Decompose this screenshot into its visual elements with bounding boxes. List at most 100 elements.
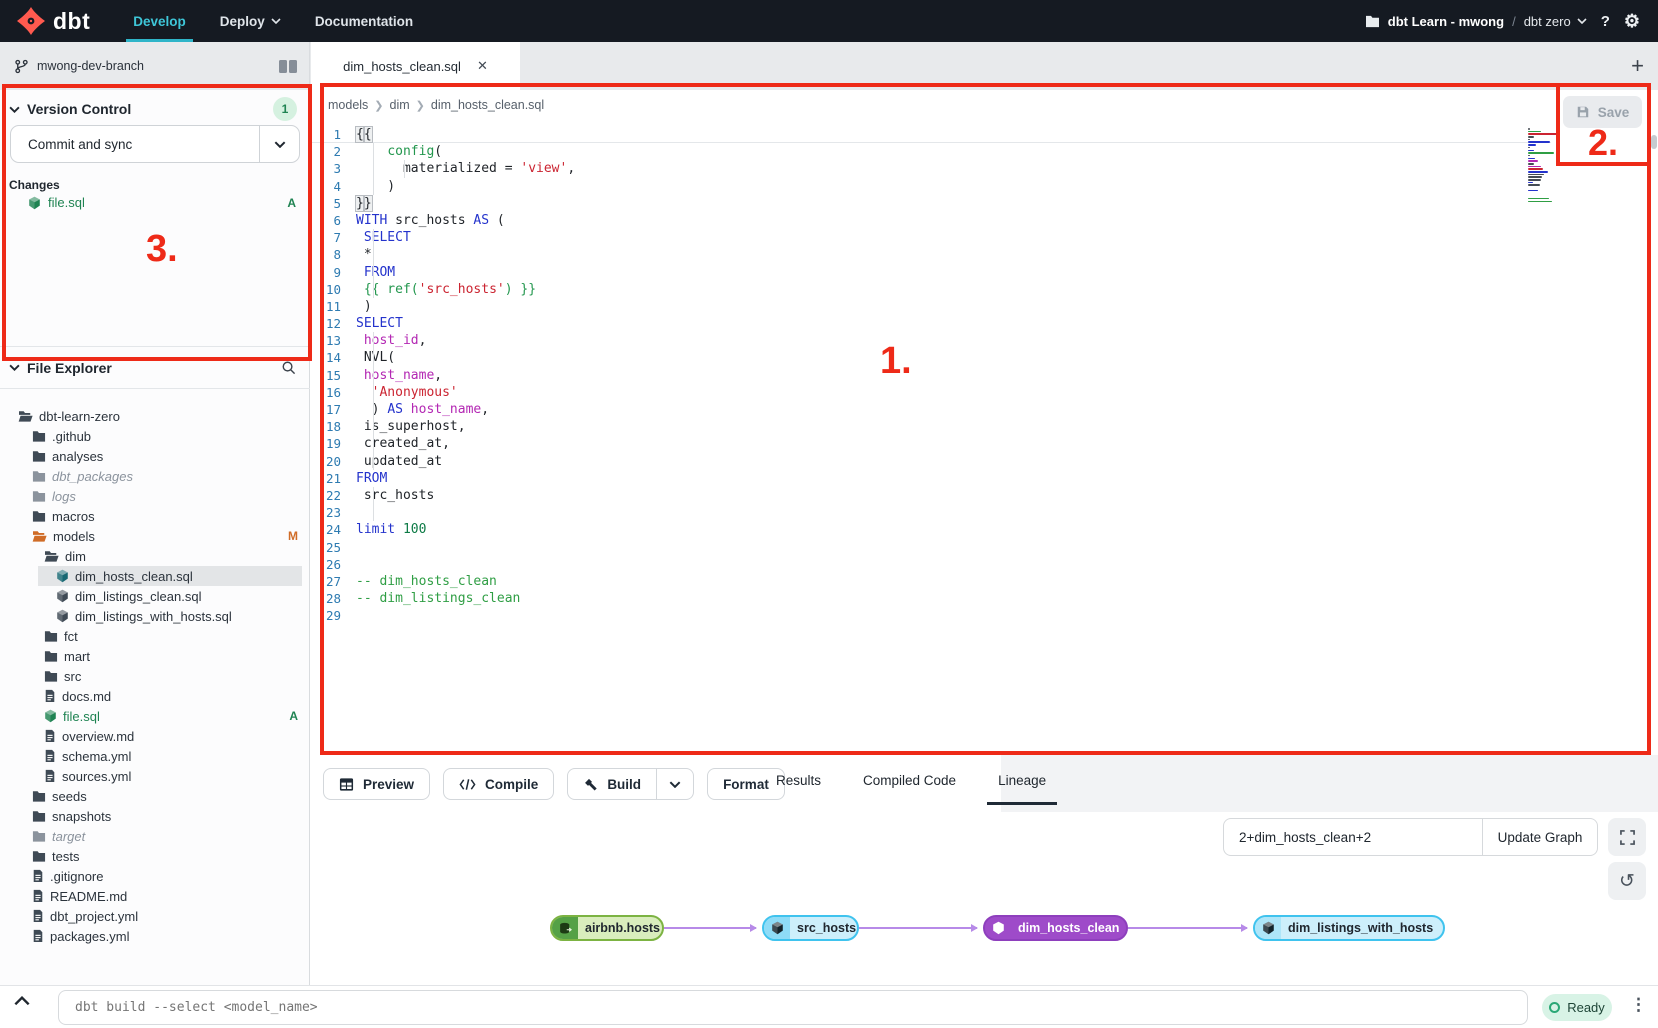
compile-button[interactable]: Compile [443, 768, 554, 800]
code-line-21[interactable]: 21FROM [311, 470, 1551, 487]
code-line-6[interactable]: 6WITH src_hosts AS ( [311, 212, 1551, 229]
file-tree-item-analyses[interactable]: analyses [0, 446, 310, 466]
code-line-16[interactable]: 16 'Anonymous' [311, 384, 1551, 401]
code-line-14[interactable]: 14 NVL( [311, 349, 1551, 366]
commit-options-dropdown[interactable] [259, 126, 299, 162]
file-tree-item-dim-listings-with-hosts-sql[interactable]: dim_listings_with_hosts.sql [0, 606, 310, 626]
lineage-node-dim-hosts-clean[interactable]: dim_hosts_clean [983, 915, 1128, 941]
file-tree-item--gitignore[interactable]: .gitignore [0, 866, 310, 886]
lineage-node-airbnb-hosts[interactable]: airbnb.hosts [550, 915, 664, 941]
fullscreen-icon[interactable] [1608, 818, 1646, 856]
code-line-10[interactable]: 10 {{ ref('src_hosts') }} [311, 281, 1551, 298]
settings-gear-icon[interactable]: ⚙ [1624, 11, 1640, 32]
file-tree-item-macros[interactable]: macros [0, 506, 310, 526]
new-tab-button[interactable]: + [1631, 42, 1644, 90]
code-line-13[interactable]: 13 host_id, [311, 332, 1551, 349]
preview-button[interactable]: Preview [323, 768, 430, 800]
nav-deploy[interactable]: Deploy [203, 0, 298, 42]
code-line-7[interactable]: 7 SELECT [311, 229, 1551, 246]
tab-lineage[interactable]: Lineage [981, 755, 1063, 805]
code-line-5[interactable]: 5}} [311, 195, 1551, 212]
code-line-28[interactable]: 28-- dim_listings_clean [311, 590, 1551, 607]
changed-file-row[interactable]: file.sql A [0, 192, 310, 213]
code-line-9[interactable]: 9 FROM [311, 264, 1551, 281]
file-tree-item-tests[interactable]: tests [0, 846, 310, 866]
file-tree-item-models[interactable]: modelsM [0, 526, 310, 546]
code-line-24[interactable]: 24limit 100 [311, 521, 1551, 538]
file-tree-item-dim-hosts-clean-sql[interactable]: dim_hosts_clean.sql [0, 566, 310, 586]
file-tree-item-readme-md[interactable]: README.md [0, 886, 310, 906]
branch-name[interactable]: mwong-dev-branch [37, 59, 144, 73]
update-graph-button[interactable]: Update Graph [1483, 818, 1598, 856]
file-tree-item-dim-listings-clean-sql[interactable]: dim_listings_clean.sql [0, 586, 310, 606]
file-tree-item-sources-yml[interactable]: sources.yml [0, 766, 310, 786]
search-icon[interactable] [281, 360, 296, 375]
code-line-22[interactable]: 22 src_hosts [311, 487, 1551, 504]
project-switcher[interactable]: dbt Learn - mwong / dbt zero [1365, 14, 1587, 29]
docs-panel-icon[interactable] [279, 60, 297, 73]
code-line-29[interactable]: 29 [311, 607, 1551, 624]
file-tree-item-file-sql[interactable]: file.sqlA [0, 706, 310, 726]
code-line-11[interactable]: 11 ) [311, 298, 1551, 315]
code-line-19[interactable]: 19 created_at, [311, 435, 1551, 452]
breadcrumb-models[interactable]: models [328, 98, 368, 112]
dbt-command-input[interactable] [58, 990, 1528, 1025]
version-control-header[interactable]: Version Control 1 [0, 90, 309, 128]
code-content[interactable]: 1{{2 config(3 materialized = 'view',4 )5… [311, 126, 1551, 624]
file-tree-item-mart[interactable]: mart [0, 646, 310, 666]
file-tree-item-dbt-project-yml[interactable]: dbt_project.yml [0, 906, 310, 926]
code-line-25[interactable]: 25 [311, 539, 1551, 556]
file-tree-item-fct[interactable]: fct [0, 626, 310, 646]
editor-tab[interactable]: dim_hosts_clean.sql ✕ [311, 42, 520, 90]
file-explorer-header[interactable]: File Explorer [0, 347, 310, 389]
dbt-logo[interactable]: dbt [0, 0, 116, 42]
code-editor-pane[interactable]: models ❯ dim ❯ dim_hosts_clean.sql Save … [311, 90, 1658, 755]
save-button[interactable]: Save [1563, 96, 1642, 128]
lineage-node-dim-listings-with-hosts[interactable]: dim_listings_with_hosts [1253, 915, 1445, 941]
code-line-26[interactable]: 26 [311, 556, 1551, 573]
lineage-node-src-hosts[interactable]: src_hosts [762, 915, 859, 941]
file-tree-item-schema-yml[interactable]: schema.yml [0, 746, 310, 766]
tab-compiled-code[interactable]: Compiled Code [846, 755, 973, 805]
file-tree-item-logs[interactable]: logs [0, 486, 310, 506]
code-line-20[interactable]: 20 updated_at [311, 453, 1551, 470]
code-line-27[interactable]: 27-- dim_hosts_clean [311, 573, 1551, 590]
file-tree-item-target[interactable]: target [0, 826, 310, 846]
reset-view-icon[interactable]: ↺ [1608, 862, 1646, 900]
nav-develop[interactable]: Develop [116, 0, 203, 42]
code-line-15[interactable]: 15 host_name, [311, 367, 1551, 384]
code-line-1[interactable]: 1{{ [311, 126, 1551, 143]
file-tree-item-docs-md[interactable]: docs.md [0, 686, 310, 706]
environment-selector[interactable]: dbt zero [1524, 14, 1587, 29]
code-line-12[interactable]: 12SELECT [311, 315, 1551, 332]
code-line-18[interactable]: 18 is_superhost, [311, 418, 1551, 435]
lineage-selector-input[interactable] [1223, 818, 1483, 856]
code-line-8[interactable]: 8 * [311, 246, 1551, 263]
file-tree-item-overview-md[interactable]: overview.md [0, 726, 310, 746]
breadcrumb-dim[interactable]: dim [390, 98, 410, 112]
code-line-17[interactable]: 17 ) AS host_name, [311, 401, 1551, 418]
tab-results[interactable]: Results [759, 755, 838, 805]
file-tree-item-dbt-learn-zero[interactable]: dbt-learn-zero [0, 406, 310, 426]
code-line-2[interactable]: 2 config( [311, 143, 1551, 160]
nav-documentation[interactable]: Documentation [298, 0, 430, 42]
build-button[interactable]: Build [567, 768, 657, 800]
code-line-3[interactable]: 3 materialized = 'view', [311, 160, 1551, 177]
code-line-4[interactable]: 4 ) [311, 178, 1551, 195]
file-tree-item-dbt-packages[interactable]: dbt_packages [0, 466, 310, 486]
build-options-dropdown[interactable] [657, 768, 694, 800]
file-tree-item-packages-yml[interactable]: packages.yml [0, 926, 310, 946]
help-icon[interactable]: ? [1601, 13, 1610, 30]
editor-scrollbar[interactable] [1651, 135, 1657, 149]
kebab-menu-icon[interactable]: ⋮ [1630, 995, 1647, 1015]
file-tree-item-src[interactable]: src [0, 666, 310, 686]
code-line-23[interactable]: 23 [311, 504, 1551, 521]
commit-and-sync-button[interactable]: Commit and sync [10, 125, 300, 163]
file-tree-item--github[interactable]: .github [0, 426, 310, 446]
chevron-up-icon[interactable] [14, 996, 30, 1006]
file-tree-item-snapshots[interactable]: snapshots [0, 806, 310, 826]
file-tree-item-seeds[interactable]: seeds [0, 786, 310, 806]
minimap[interactable] [1528, 128, 1562, 206]
close-icon[interactable]: ✕ [477, 58, 488, 74]
file-tree-item-dim[interactable]: dim [0, 546, 310, 566]
